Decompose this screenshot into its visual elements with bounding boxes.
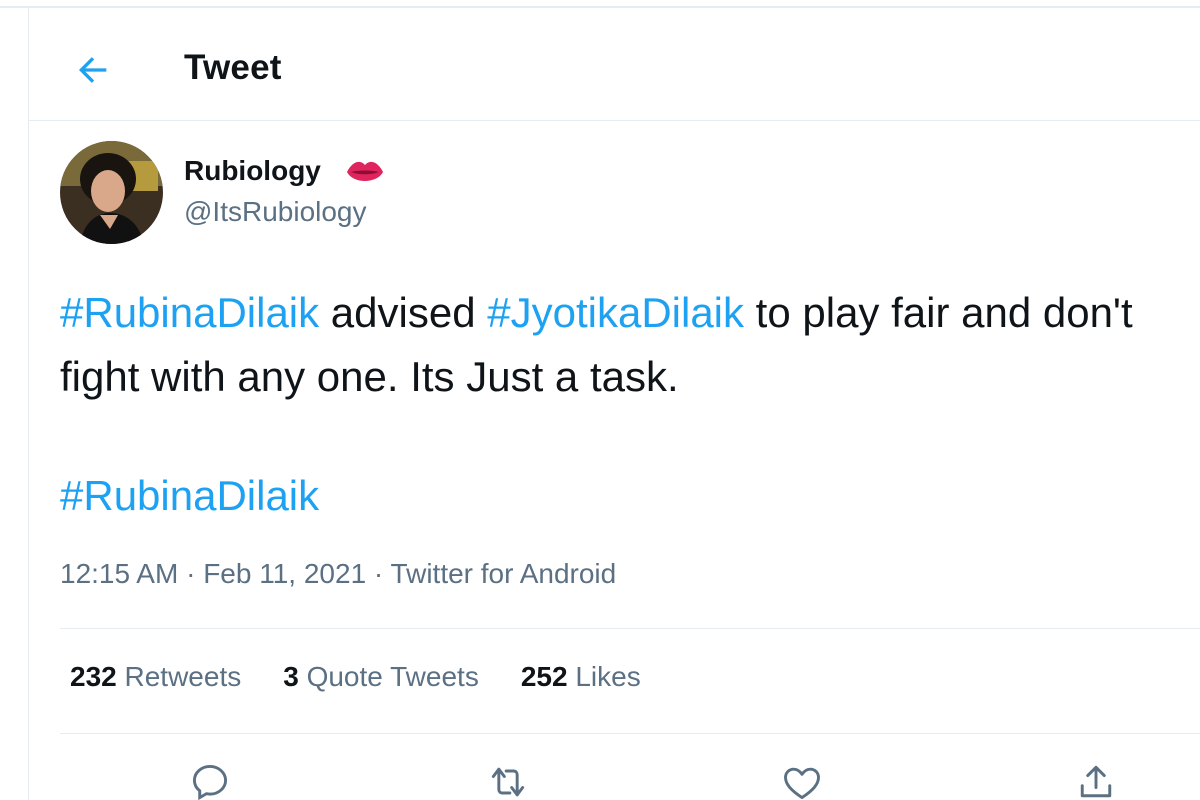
quote-tweets-stat[interactable]: 3 Quote Tweets	[283, 661, 479, 693]
likes-count: 252	[520, 661, 568, 692]
meta-separator: ·	[178, 558, 204, 589]
arrow-left-icon	[78, 57, 107, 83]
tweet-date[interactable]: Feb 11, 2021	[203, 558, 366, 589]
hashtag-link[interactable]: #JyotikaDilaik	[487, 289, 744, 336]
left-divider	[28, 8, 29, 800]
like-button[interactable]	[780, 760, 824, 800]
retweet-button[interactable]	[486, 760, 530, 800]
page-title: Tweet	[184, 48, 282, 87]
tweet-text: #RubinaDilaik advised #JyotikaDilaik to …	[60, 281, 1180, 409]
author-handle[interactable]: @ItsRubiology	[184, 196, 367, 228]
reply-button[interactable]	[188, 760, 232, 800]
tweet-source[interactable]: Twitter for Android	[391, 558, 617, 589]
retweets-stat[interactable]: 232 Retweets	[70, 661, 241, 693]
tweet-hashtag-line: #RubinaDilaik	[60, 464, 319, 528]
retweets-count: 232	[70, 661, 117, 692]
avatar[interactable]	[60, 141, 163, 244]
retweet-icon	[491, 767, 525, 797]
tweet-header: Tweet	[29, 8, 1200, 121]
share-icon	[1080, 765, 1112, 798]
heart-icon	[784, 767, 820, 800]
divider	[60, 733, 1200, 734]
reply-icon	[192, 764, 228, 800]
author-name[interactable]: Rubiology	[184, 155, 321, 187]
likes-label: Likes	[575, 661, 641, 692]
share-button[interactable]	[1074, 760, 1118, 800]
divider	[60, 628, 1200, 629]
tweet-text-part: advised	[319, 289, 488, 336]
quote-tweets-count: 3	[283, 661, 299, 692]
tweet-page: Tweet Rubiology @ItsRubiology #RubinaDil…	[0, 0, 1200, 800]
tweet-meta: 12:15 AM · Feb 11, 2021 · Twitter for An…	[60, 558, 616, 590]
retweets-label: Retweets	[124, 661, 242, 692]
likes-stat[interactable]: 252 Likes	[521, 661, 641, 693]
lips-emoji-icon	[345, 158, 385, 186]
meta-separator: ·	[366, 558, 391, 589]
tweet-stats: 232 Retweets 3 Quote Tweets 252 Likes	[70, 661, 641, 693]
tweet-time[interactable]: 12:15 AM	[60, 558, 178, 589]
hashtag-link[interactable]: #RubinaDilaik	[60, 472, 319, 519]
hashtag-link[interactable]: #RubinaDilaik	[60, 289, 319, 336]
back-button[interactable]	[73, 50, 113, 90]
quote-tweets-label: Quote Tweets	[306, 661, 479, 692]
